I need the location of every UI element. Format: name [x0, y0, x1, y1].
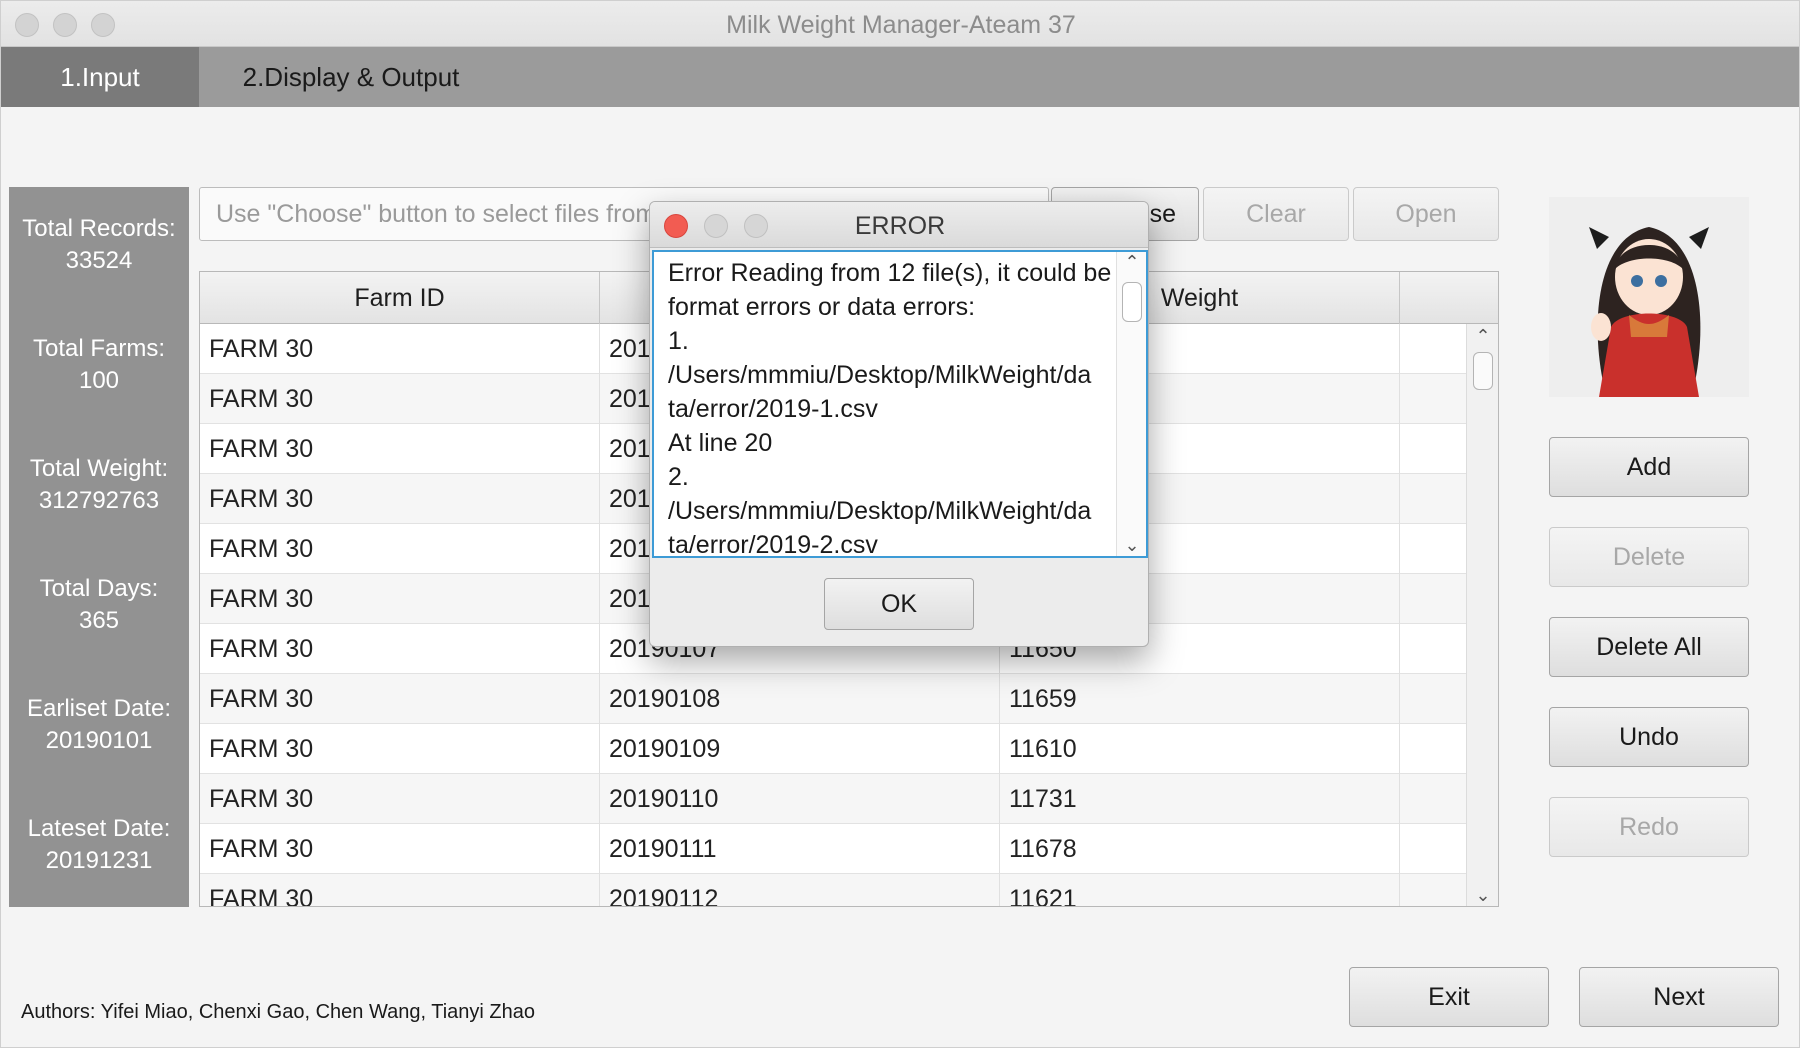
window-title: Milk Weight Manager-Ateam 37	[726, 11, 1076, 39]
scroll-thumb[interactable]	[1473, 352, 1493, 390]
stat-total-records: Total Records: 33524	[9, 213, 189, 277]
stat-label: Total Weight:	[29, 455, 169, 482]
tab-bar: 1.Input 2.Display & Output	[1, 47, 1799, 107]
stat-total-days: Total Days: 365	[9, 573, 189, 637]
scroll-up-arrow-icon[interactable]: ⌃	[1467, 326, 1498, 347]
stat-value: 33524	[65, 247, 133, 274]
cell-farm-id: FARM 30	[200, 774, 600, 824]
cell-farm-id: FARM 30	[200, 574, 600, 624]
cell-date: 20190109	[600, 724, 1000, 774]
stat-label: Total Records:	[22, 215, 176, 242]
cell-farm-id: FARM 30	[200, 624, 600, 674]
dialog-title-bar: ERROR	[650, 202, 1148, 248]
avatar-image	[1549, 197, 1749, 397]
table-row[interactable]: FARM 30 20190110 11731	[200, 774, 1466, 824]
column-header-filler	[1400, 272, 1498, 324]
error-message-area[interactable]: Error Reading from 12 file(s), it could …	[652, 250, 1148, 558]
dialog-title: ERROR	[854, 212, 946, 240]
avatar-illustration	[1549, 197, 1749, 397]
scroll-down-arrow-icon[interactable]: ⌄	[1467, 885, 1498, 906]
exit-button[interactable]: Exit	[1349, 967, 1549, 1027]
cell-farm-id: FARM 30	[200, 474, 600, 524]
open-button[interactable]: Open	[1353, 187, 1499, 241]
cell-farm-id: FARM 30	[200, 674, 600, 724]
error-line: Error Reading from 12 file(s), it could …	[668, 259, 1112, 287]
stat-earliest-date: Earliset Date: 20190101	[9, 693, 189, 757]
error-line: At line 20	[668, 429, 773, 457]
cell-date: 20190110	[600, 774, 1000, 824]
stat-label: Lateset Date:	[27, 815, 171, 842]
app-window: Milk Weight Manager-Ateam 37 1.Input 2.D…	[0, 0, 1800, 1048]
undo-button[interactable]: Undo	[1549, 707, 1749, 767]
stat-value: 365	[78, 607, 120, 634]
cell-date: 20190112	[600, 874, 1000, 906]
stat-label: Total Days:	[39, 575, 159, 602]
cell-farm-id: FARM 30	[200, 324, 600, 374]
cell-farm-id: FARM 30	[200, 524, 600, 574]
stats-panel: Total Records: 33524 Total Farms: 100 To…	[9, 187, 189, 907]
authors-text: Authors: Yifei Miao, Chenxi Gao, Chen Wa…	[21, 1001, 535, 1023]
stat-value: 312792763	[38, 487, 160, 514]
cell-farm-id: FARM 30	[200, 824, 600, 874]
tab-display-output[interactable]: 2.Display & Output	[221, 47, 481, 107]
cell-date: 20190111	[600, 824, 1000, 874]
error-message: Error Reading from 12 file(s), it could …	[668, 256, 1112, 558]
cell-weight: 11678	[1000, 824, 1400, 874]
cell-farm-id: FARM 30	[200, 424, 600, 474]
tab-input[interactable]: 1.Input	[1, 47, 199, 107]
delete-button[interactable]: Delete	[1549, 527, 1749, 587]
stat-label: Earliset Date:	[26, 695, 172, 722]
next-button[interactable]: Next	[1579, 967, 1779, 1027]
scroll-up-arrow-icon[interactable]: ⌃	[1117, 252, 1146, 273]
table-row[interactable]: FARM 30 20190109 11610	[200, 724, 1466, 774]
cell-weight: 11731	[1000, 774, 1400, 824]
cell-date: 20190108	[600, 674, 1000, 724]
table-row[interactable]: FARM 30 20190112 11621	[200, 874, 1466, 906]
table-scrollbar[interactable]: ⌃ ⌄	[1466, 324, 1498, 906]
redo-button[interactable]: Redo	[1549, 797, 1749, 857]
stat-total-weight: Total Weight: 312792763	[9, 453, 189, 517]
delete-all-button[interactable]: Delete All	[1549, 617, 1749, 677]
cell-weight: 11621	[1000, 874, 1400, 906]
error-line: ta/error/2019-2.csv	[668, 531, 878, 558]
error-line: format errors or data errors:	[668, 293, 976, 321]
error-line: 2.	[668, 463, 689, 491]
cell-farm-id: FARM 30	[200, 874, 600, 906]
stat-value: 20190101	[45, 727, 153, 754]
ok-button[interactable]: OK	[824, 578, 974, 630]
title-bar: Milk Weight Manager-Ateam 37	[1, 1, 1799, 47]
column-header-farm-id[interactable]: Farm ID	[200, 272, 600, 324]
stat-total-farms: Total Farms: 100	[9, 333, 189, 397]
scroll-down-arrow-icon[interactable]: ⌄	[1117, 535, 1146, 556]
cell-weight: 11659	[1000, 674, 1400, 724]
error-line: ta/error/2019-1.csv	[668, 395, 878, 423]
table-row[interactable]: FARM 30 20190108 11659	[200, 674, 1466, 724]
clear-button[interactable]: Clear	[1203, 187, 1349, 241]
table-row[interactable]: FARM 30 20190111 11678	[200, 824, 1466, 874]
error-line: 1.	[668, 327, 689, 355]
stat-value: 100	[78, 367, 120, 394]
stat-value: 20191231	[45, 847, 153, 874]
cell-farm-id: FARM 30	[200, 374, 600, 424]
add-button[interactable]: Add	[1549, 437, 1749, 497]
dialog-scrollbar[interactable]: ⌃ ⌄	[1116, 252, 1146, 556]
dialog-scroll-thumb[interactable]	[1122, 282, 1142, 322]
error-dialog: ERROR Error Reading from 12 file(s), it …	[649, 201, 1149, 647]
stat-label: Total Farms:	[32, 335, 166, 362]
cell-weight: 11610	[1000, 724, 1400, 774]
error-line: /Users/mmmiu/Desktop/MilkWeight/da	[668, 497, 1092, 525]
cell-farm-id: FARM 30	[200, 724, 600, 774]
error-line: /Users/mmmiu/Desktop/MilkWeight/da	[668, 361, 1092, 389]
stat-latest-date: Lateset Date: 20191231	[9, 813, 189, 877]
